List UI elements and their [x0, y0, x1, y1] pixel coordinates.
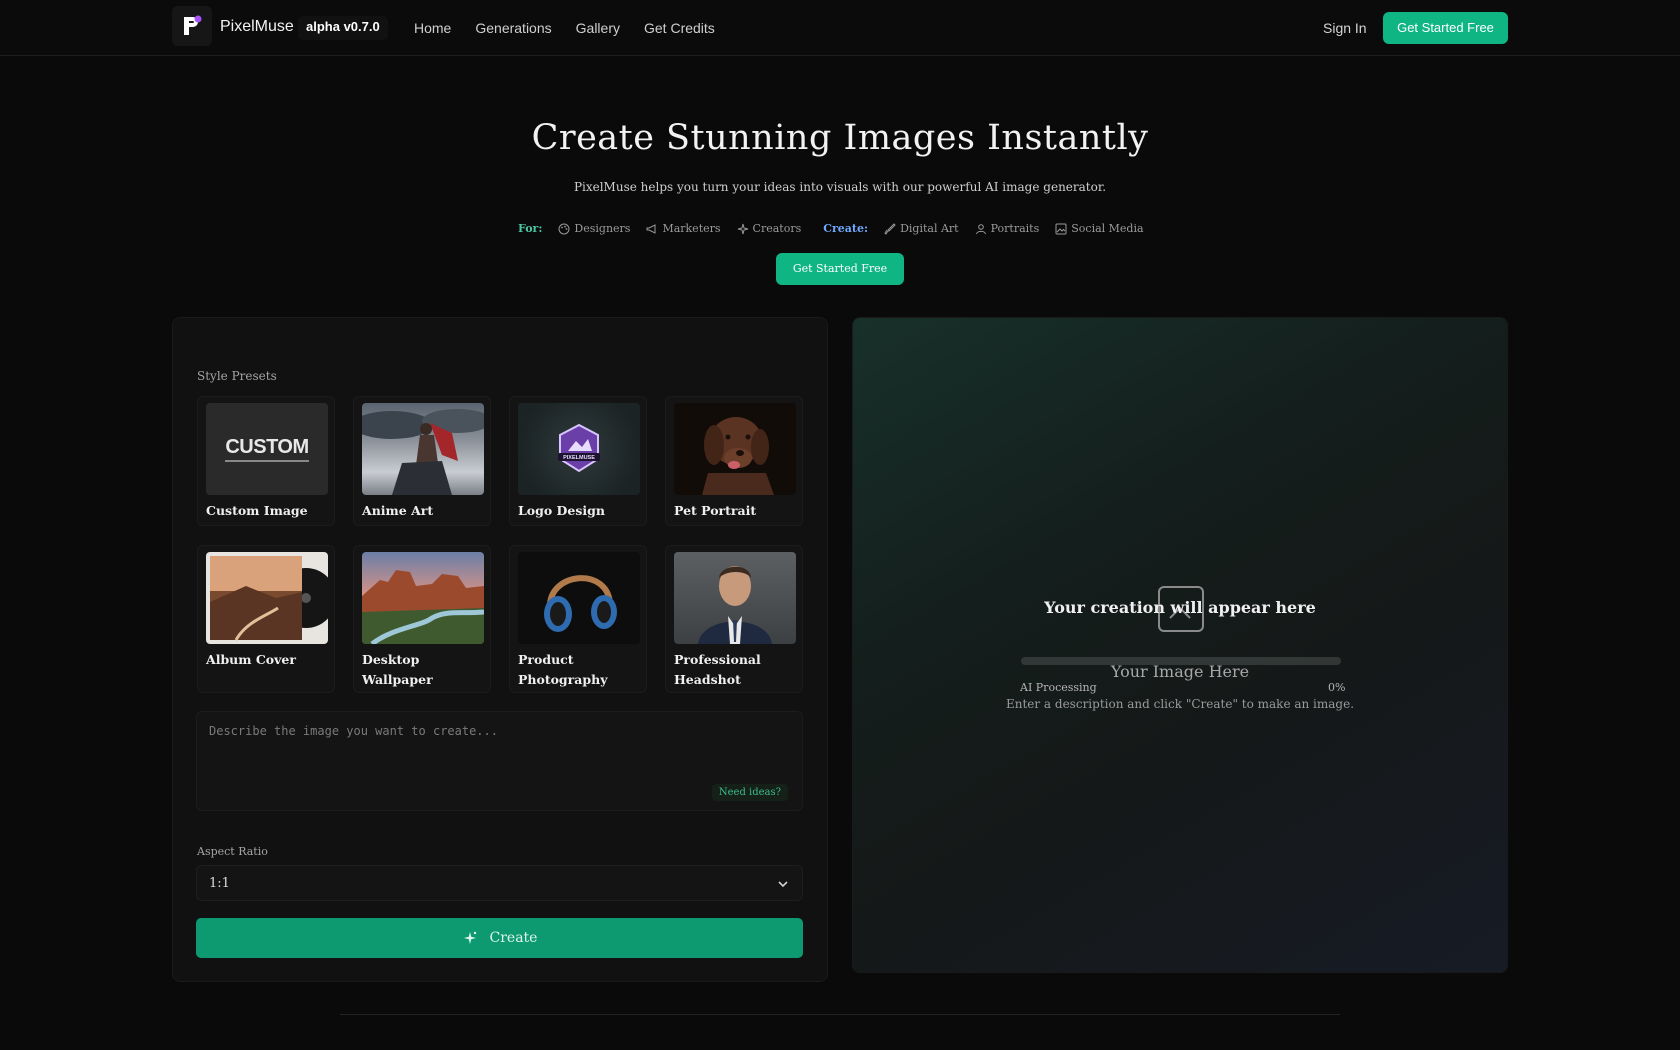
- preset-thumbnail: [362, 552, 484, 644]
- preset-professional-headshot[interactable]: Professional Headshot: [665, 545, 803, 693]
- create-button[interactable]: Create: [196, 918, 803, 958]
- nav-link-gallery[interactable]: Gallery: [576, 20, 620, 36]
- hero-subtitle: PixelMuse helps you turn your ideas into…: [573, 180, 1107, 194]
- tag-creators: Creators: [737, 222, 801, 235]
- processing-label: AI Processing: [1020, 681, 1097, 694]
- tag-marketers: Marketers: [646, 222, 721, 235]
- aspect-ratio-select[interactable]: 1:1: [196, 865, 803, 901]
- aspect-ratio-label: Aspect Ratio: [197, 845, 268, 858]
- nav-link-generations[interactable]: Generations: [475, 20, 551, 36]
- preset-name: Album Cover: [206, 652, 296, 667]
- tag-designers: Designers: [558, 222, 630, 235]
- nav-link-home[interactable]: Home: [414, 20, 451, 36]
- preview-title: Your creation will appear here: [1044, 598, 1316, 617]
- svg-text:PIXELMUSE: PIXELMUSE: [563, 455, 595, 461]
- tag-social-media: Social Media: [1055, 222, 1144, 235]
- image-icon: [1055, 223, 1067, 234]
- palette-icon: [558, 223, 570, 234]
- preset-anime-art[interactable]: Anime Art: [353, 396, 491, 526]
- nav-get-started-button[interactable]: Get Started Free: [1383, 12, 1508, 44]
- preset-product-photography[interactable]: Product Photography: [509, 545, 647, 693]
- hero-get-started-button[interactable]: Get Started Free: [776, 253, 904, 285]
- preview-hint: Enter a description and click "Create" t…: [1005, 697, 1355, 711]
- audience-tags: For: Designers Marketers Creators Create…: [518, 222, 1144, 235]
- preset-pet-portrait[interactable]: Pet Portrait: [665, 396, 803, 526]
- preset-logo-design[interactable]: PIXELMUSE Logo Design: [509, 396, 647, 526]
- sparkles-icon: [737, 223, 748, 234]
- prompt-box: Need ideas?: [196, 711, 803, 811]
- generator-panel: Style Presets CUSTOM Custom Image Anime …: [172, 317, 828, 982]
- sign-in-link[interactable]: Sign In: [1323, 20, 1367, 36]
- preset-custom-image[interactable]: CUSTOM Custom Image: [197, 396, 335, 526]
- chevron-down-icon: [778, 881, 788, 888]
- logo-icon[interactable]: [172, 6, 212, 46]
- megaphone-icon: [646, 223, 656, 234]
- user-icon: [975, 223, 986, 234]
- preset-thumbnail: [362, 403, 484, 495]
- processing-percent: 0%: [1328, 681, 1346, 694]
- preset-desktop-wallpaper[interactable]: Desktop Wallpaper: [353, 545, 491, 693]
- aspect-ratio-value: 1:1: [209, 876, 230, 891]
- preset-name: Desktop Wallpaper: [362, 652, 433, 687]
- preset-name: Logo Design: [518, 503, 605, 518]
- preset-thumbnail: [674, 552, 796, 644]
- top-navbar: PixelMuse alpha v0.7.0 Home Generations …: [0, 0, 1680, 56]
- hero-title: Create Stunning Images Instantly: [531, 118, 1149, 158]
- preset-thumbnail: PIXELMUSE: [518, 403, 640, 495]
- for-label: For:: [518, 222, 543, 235]
- brush-icon: [884, 222, 896, 235]
- preset-thumbnail: [206, 552, 328, 644]
- sparkles-icon: [463, 931, 476, 944]
- image-here-text: Your Image Here: [1110, 662, 1250, 681]
- brand-name[interactable]: PixelMuse: [220, 18, 294, 36]
- preset-name: Product Photography: [518, 652, 608, 687]
- create-button-label: Create: [489, 930, 538, 946]
- nav-links: Home Generations Gallery Get Credits: [414, 20, 715, 36]
- need-ideas-button[interactable]: Need ideas?: [711, 784, 788, 801]
- preset-album-cover[interactable]: Album Cover: [197, 545, 335, 693]
- create-label: Create:: [823, 222, 869, 235]
- nav-link-get-credits[interactable]: Get Credits: [644, 20, 715, 36]
- footer-divider: [340, 1014, 1340, 1015]
- version-badge: alpha v0.7.0: [298, 16, 388, 40]
- preset-name: Anime Art: [362, 503, 434, 518]
- style-presets-label: Style Presets: [197, 369, 277, 383]
- preset-thumbnail: [518, 552, 640, 644]
- preset-thumbnail: [674, 403, 796, 495]
- tag-portraits: Portraits: [975, 222, 1039, 235]
- preset-name: Custom Image: [206, 503, 308, 518]
- tag-digital-art: Digital Art: [884, 222, 959, 235]
- preview-panel: Your creation will appear here Your Imag…: [852, 317, 1508, 973]
- preset-thumbnail: CUSTOM: [206, 403, 328, 495]
- preset-name: Professional Headshot: [674, 652, 761, 687]
- preset-name: Pet Portrait: [674, 503, 757, 518]
